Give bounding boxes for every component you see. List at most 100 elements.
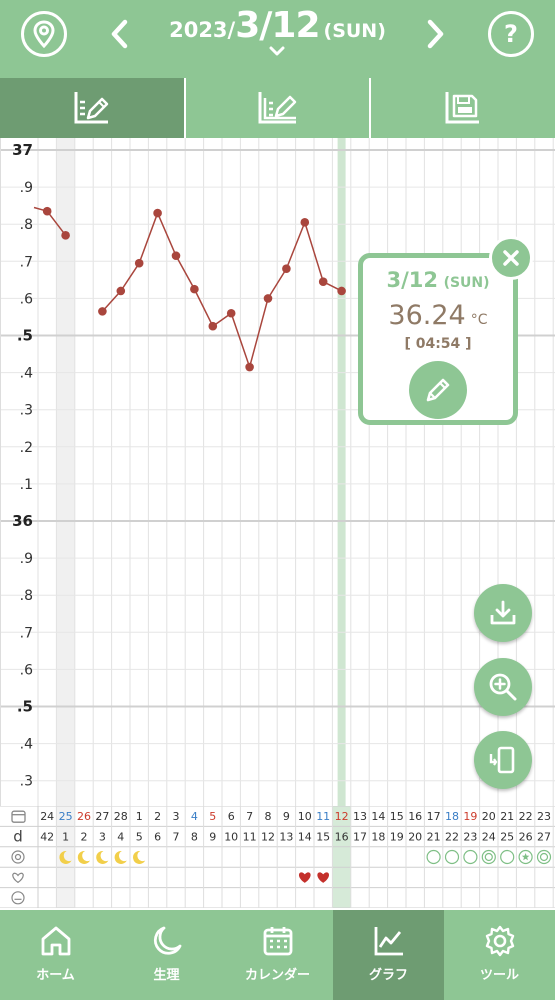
- nav-tools[interactable]: ツール: [444, 910, 555, 1000]
- tab-multi-chart[interactable]: [185, 78, 372, 138]
- nav-graph[interactable]: グラフ: [333, 910, 444, 1000]
- day-number: 21: [500, 810, 514, 823]
- multi-chart-pencil-icon: [258, 92, 296, 124]
- popup-weekday: (SUN): [443, 275, 490, 291]
- popup-temp-value: 36.24: [388, 300, 466, 331]
- y-tick-label: .6: [20, 662, 33, 678]
- day-number: 3: [173, 810, 180, 823]
- help-button[interactable]: ?: [488, 11, 534, 57]
- cycle-day-number: 13: [279, 831, 293, 844]
- close-icon: [503, 250, 519, 266]
- data-point: [42, 206, 52, 216]
- tab-single-chart[interactable]: [0, 78, 186, 138]
- y-tick-label: .9: [20, 551, 33, 567]
- cycle-day-row-label: d: [13, 828, 23, 846]
- cycle-day-number: 5: [136, 831, 143, 844]
- cycle-day-number: 7: [173, 831, 180, 844]
- day-number: 20: [482, 810, 496, 823]
- date-month-day: 3/12: [235, 5, 320, 46]
- cycle-day-number: 21: [427, 831, 441, 844]
- y-tick-label: 37: [12, 141, 33, 159]
- data-point: [153, 208, 162, 218]
- data-point: [263, 294, 273, 303]
- data-point: [245, 362, 254, 372]
- day-number: 23: [537, 810, 551, 823]
- day-number: 9: [283, 810, 290, 823]
- cycle-day-number: 6: [154, 831, 161, 844]
- y-tick-label: .3: [20, 403, 33, 419]
- popup-month-day: 3/12: [386, 268, 438, 292]
- data-point: [300, 218, 310, 227]
- day-number: 27: [95, 810, 109, 823]
- data-point: [282, 264, 291, 274]
- cycle-day-number: 12: [261, 831, 275, 844]
- cycle-day-number: 18: [371, 831, 385, 844]
- popup-temperature: 36.24 °C: [363, 300, 513, 331]
- y-tick-label: .3: [20, 774, 33, 790]
- nav-calendar[interactable]: カレンダー: [222, 910, 333, 1000]
- day-number: 2: [154, 810, 161, 823]
- location-button[interactable]: [21, 11, 67, 57]
- cycle-day-number: 14: [298, 831, 312, 844]
- cycle-day-number: 2: [81, 831, 88, 844]
- cycle-day-number: 8: [191, 831, 198, 844]
- nav-tools-label: ツール: [479, 968, 519, 983]
- cycle-day-number: 16: [335, 831, 349, 844]
- day-number: 12: [335, 810, 349, 823]
- y-tick-label: .7: [20, 625, 33, 641]
- day-number: 13: [353, 810, 367, 823]
- day-number: 1: [136, 810, 143, 823]
- help-icon: ?: [504, 20, 518, 48]
- next-day-button[interactable]: [421, 14, 451, 54]
- rotate-screen-button[interactable]: [474, 731, 532, 789]
- day-number: 11: [316, 810, 330, 823]
- data-point: [134, 258, 144, 268]
- day-number: 5: [209, 810, 216, 823]
- y-tick-label: .6: [20, 291, 33, 307]
- edit-reading-button[interactable]: [409, 361, 467, 419]
- day-number: 19: [463, 810, 477, 823]
- popup-temp-unit: °C: [470, 312, 488, 328]
- reading-popup: 3/12 (SUN) 36.24 °C [ 04:54 ]: [358, 253, 518, 425]
- data-point: [98, 307, 107, 316]
- tab-chart-save[interactable]: [371, 78, 555, 138]
- y-tick-label: .4: [20, 366, 33, 382]
- cycle-day-number: 15: [316, 831, 330, 844]
- previous-day-button[interactable]: [104, 14, 134, 54]
- day-number: 4: [191, 810, 198, 823]
- day-number: 17: [427, 810, 441, 823]
- chevron-down-icon: [269, 46, 285, 56]
- cycle-day-number: 20: [408, 831, 422, 844]
- location-pin-icon: [33, 20, 55, 48]
- nav-period[interactable]: 生理: [111, 910, 222, 1000]
- cycle-day-number: 22: [445, 831, 459, 844]
- y-tick-label: .8: [20, 217, 33, 233]
- cycle-day-number: 26: [519, 831, 533, 844]
- data-point: [116, 286, 126, 296]
- day-number: 8: [265, 810, 272, 823]
- cycle-day-number: 25: [500, 831, 514, 844]
- y-tick-label: .2: [20, 440, 33, 456]
- nav-home[interactable]: ホーム: [0, 910, 111, 1000]
- cycle-day-number: 9: [209, 831, 216, 844]
- temperature-chart[interactable]: 37 .9 .8 .7 .6 .5 .4 .3 .2 .1 36 .9 .8 .7 .6 .5 .4 .3: [0, 138, 555, 806]
- rotate-screen-icon: [489, 746, 515, 774]
- y-tick-label: .4: [20, 737, 33, 753]
- pencil-icon: [426, 378, 450, 402]
- y-tick-label: .5: [17, 327, 33, 345]
- cycle-day-number: 24: [482, 831, 496, 844]
- zoom-in-button[interactable]: [474, 658, 532, 716]
- day-number: 28: [114, 810, 128, 823]
- cycle-day-number: 23: [463, 831, 477, 844]
- day-number: 22: [519, 810, 533, 823]
- day-number: 7: [246, 810, 253, 823]
- cycle-day-number: 42: [40, 831, 54, 844]
- nav-period-label: 生理: [153, 968, 180, 983]
- day-number: 26: [77, 810, 91, 823]
- download-button[interactable]: [474, 584, 532, 642]
- chart-pencil-icon: [74, 92, 109, 124]
- day-number: 24: [40, 810, 54, 823]
- cycle-table: d24 25 26 27 28 1 2 3 4 5 6 7 8 9 10 11 12 13 14 15 16 17 18 19…: [0, 806, 555, 908]
- close-popup-button[interactable]: [489, 236, 533, 280]
- data-point: [190, 284, 199, 294]
